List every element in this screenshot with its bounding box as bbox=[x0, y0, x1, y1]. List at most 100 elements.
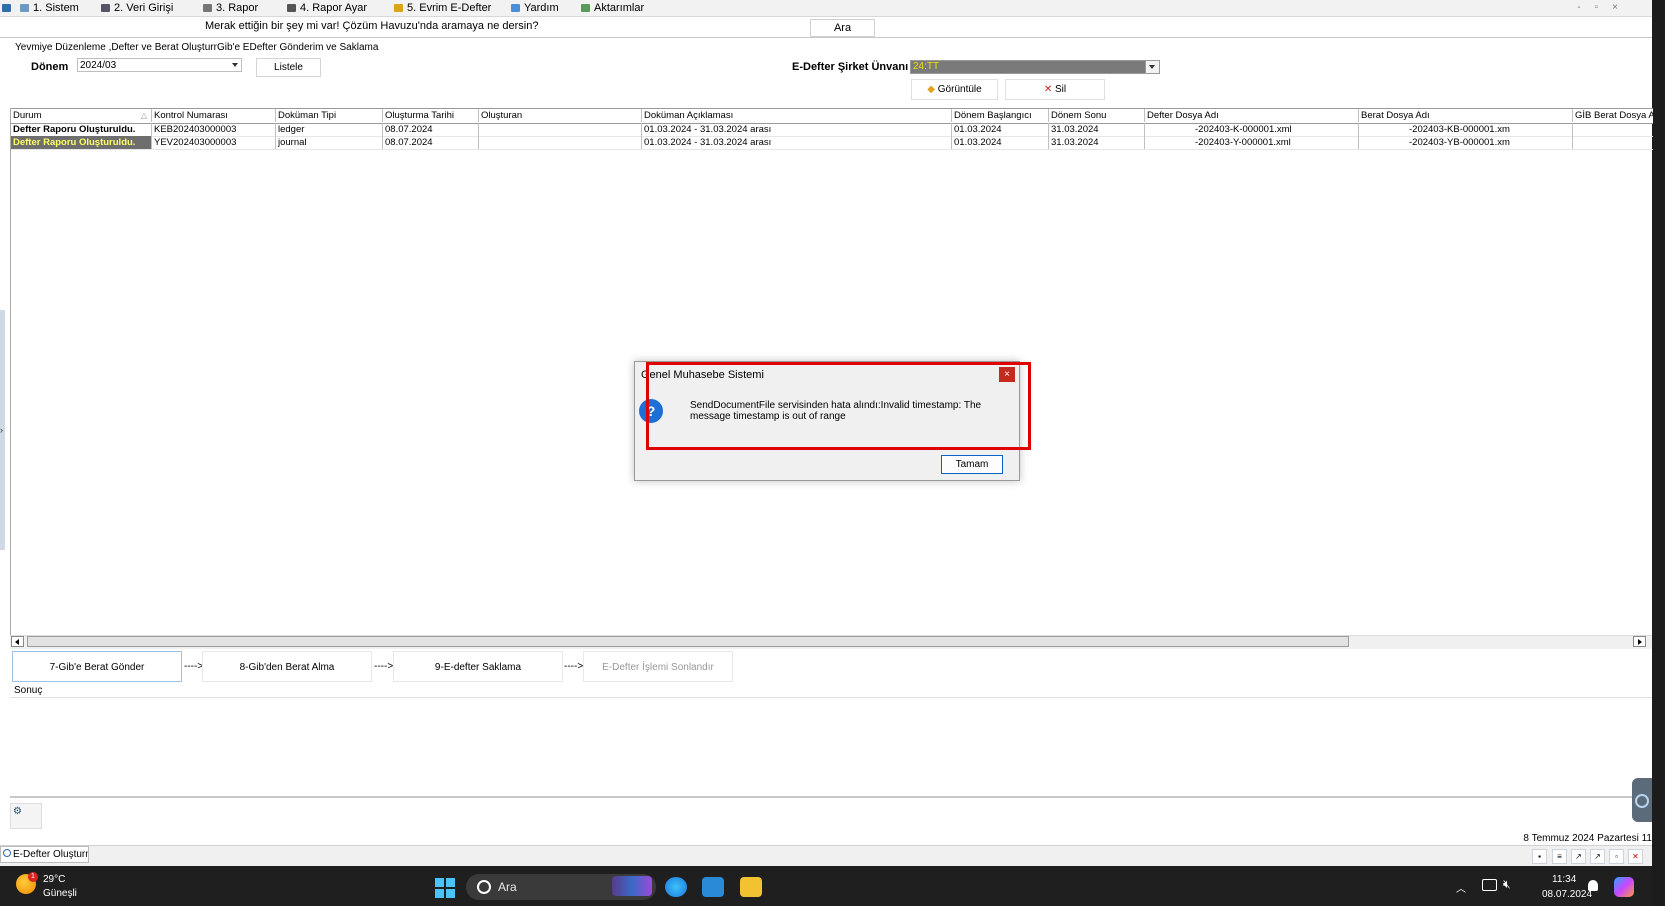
windows-start-icon[interactable] bbox=[435, 878, 455, 898]
clock-time[interactable]: 11:34 bbox=[1552, 874, 1576, 885]
document-icon bbox=[3, 849, 11, 857]
step-arrow: ----> bbox=[374, 661, 394, 672]
copilot-icon[interactable] bbox=[1614, 877, 1634, 897]
scroll-right-button[interactable] bbox=[1633, 636, 1646, 647]
cell-defter-dosya: -202403-Y-000001.xml bbox=[1145, 136, 1359, 149]
sistem-icon bbox=[20, 4, 29, 12]
cell-gib-berat bbox=[1573, 136, 1653, 149]
cell-berat-dosya: -202403-YB-000001.xm bbox=[1359, 136, 1573, 149]
file-explorer-icon[interactable] bbox=[740, 877, 762, 897]
donem-select[interactable]: 2024/03 bbox=[77, 58, 242, 72]
tab-yevmiye-duzenleme[interactable]: Yevmiye Düzenleme ,Defter ve Berat Oluşt… bbox=[15, 41, 228, 55]
cell-tarih: 08.07.2024 bbox=[383, 136, 479, 149]
cell-aciklama: 01.03.2024 - 31.03.2024 arası bbox=[642, 136, 952, 149]
right-edge-strip bbox=[1652, 0, 1665, 906]
status-close-icon[interactable]: ✕ bbox=[1628, 849, 1643, 864]
listele-button[interactable]: Listele bbox=[256, 58, 321, 77]
chevron-down-icon bbox=[232, 63, 238, 67]
chevron-down-icon bbox=[1149, 65, 1155, 69]
sirket-unvani-label: E-Defter Şirket Ünvanı bbox=[792, 61, 909, 73]
column-header-defter-dosya[interactable]: Defter Dosya Adı bbox=[1145, 109, 1359, 122]
window-controls[interactable]: -▫× bbox=[1577, 2, 1632, 13]
menu-aktarimlar[interactable]: Aktarımlar bbox=[581, 1, 644, 15]
scroll-left-button[interactable] bbox=[11, 636, 24, 647]
cell-aciklama: 01.03.2024 - 31.03.2024 arası bbox=[642, 123, 952, 136]
column-header-sonu[interactable]: Dönem Sonu bbox=[1049, 109, 1145, 122]
menu-veri-girisi[interactable]: 2. Veri Girişi bbox=[101, 1, 173, 15]
sil-button[interactable]: ✕ Sil bbox=[1005, 79, 1105, 100]
settings-icon[interactable]: ⚙ bbox=[13, 806, 22, 817]
app-icon[interactable] bbox=[2, 1, 15, 15]
assistant-icon bbox=[1635, 794, 1649, 808]
menu-rapor[interactable]: 3. Rapor bbox=[203, 1, 258, 15]
sonuc-area bbox=[10, 697, 1652, 798]
weather-temperature[interactable]: 29°C bbox=[43, 874, 65, 885]
column-header-aciklama[interactable]: Doküman Açıklaması bbox=[642, 109, 952, 122]
step-gibe-berat-gonder-button[interactable]: 7-Gib'e Berat Gönder bbox=[12, 651, 182, 682]
column-header-berat-dosya[interactable]: Berat Dosya Adı bbox=[1359, 109, 1573, 122]
status-list-icon[interactable]: ≡ bbox=[1552, 849, 1567, 864]
search-highlight-icon[interactable] bbox=[612, 876, 652, 896]
network-icon[interactable] bbox=[1482, 879, 1497, 891]
mail-icon[interactable] bbox=[702, 877, 724, 897]
taskbar-search-text[interactable]: Ara bbox=[498, 880, 517, 894]
cell-olusturan bbox=[479, 123, 642, 136]
sirket-unvani-select[interactable]: 24:TT bbox=[910, 60, 1160, 74]
tray-chevron-up-icon[interactable]: ︿ bbox=[1456, 880, 1466, 895]
side-widget-tab[interactable] bbox=[1632, 778, 1652, 822]
menu-evrim-edefter[interactable]: 5. Evrim E-Defter bbox=[394, 1, 491, 15]
status-save-icon[interactable]: ▫ bbox=[1609, 849, 1624, 864]
step-arrow: ----> bbox=[564, 661, 584, 672]
scrollbar-thumb[interactable] bbox=[27, 636, 1349, 647]
column-header-baslangic[interactable]: Dönem Başlangıcı bbox=[952, 109, 1049, 122]
status-pin-icon[interactable]: ↗ bbox=[1571, 849, 1586, 864]
cell-tip: journal bbox=[276, 136, 383, 149]
step-gibden-berat-alma-button[interactable]: 8-Gib'den Berat Alma bbox=[202, 651, 372, 682]
taskbar bbox=[0, 866, 1652, 906]
table-row[interactable]: Defter Raporu Oluşturuldu. KEB2024030000… bbox=[11, 123, 1653, 137]
evrim-icon bbox=[394, 4, 403, 12]
dropdown-button[interactable] bbox=[1145, 61, 1159, 73]
menu-sistem[interactable]: 1. Sistem bbox=[20, 1, 79, 15]
rapor-ayar-icon bbox=[287, 4, 296, 12]
step-sonlandir-button[interactable]: E-Defter İşlemi Sonlandır bbox=[583, 651, 733, 682]
cell-sonu: 31.03.2024 bbox=[1049, 123, 1145, 136]
view-icon: ◆ bbox=[927, 84, 935, 95]
tamam-button[interactable]: Tamam bbox=[941, 455, 1003, 474]
column-header-tip[interactable]: Doküman Tipi bbox=[276, 109, 383, 122]
weather-description[interactable]: Güneşli bbox=[43, 888, 77, 899]
cell-baslangic: 01.03.2024 bbox=[952, 136, 1049, 149]
search-button[interactable]: Ara bbox=[810, 19, 875, 37]
left-expand-icon[interactable]: › bbox=[0, 425, 3, 435]
column-header-gib-berat[interactable]: GİB Berat Dosya A bbox=[1573, 109, 1653, 122]
column-header-tarih[interactable]: Oluşturma Tarihi bbox=[383, 109, 479, 122]
sirket-unvani-value: 24:TT bbox=[913, 61, 940, 72]
column-header-olusturan[interactable]: Oluşturan bbox=[479, 109, 642, 122]
cell-durum: Defter Raporu Oluşturuldu. bbox=[11, 136, 152, 149]
search-icon bbox=[477, 880, 491, 894]
cell-kontrol: YEV202403000003 bbox=[152, 136, 276, 149]
column-header-kontrol[interactable]: Kontrol Numarası bbox=[152, 109, 276, 122]
notification-bell-icon[interactable] bbox=[1588, 880, 1598, 891]
sound-muted-icon[interactable]: 🔇︎ bbox=[1503, 877, 1511, 892]
status-users-icon[interactable]: ▪ bbox=[1532, 849, 1547, 864]
arrow-right-icon bbox=[1638, 639, 1642, 645]
table-row[interactable]: Defter Raporu Oluşturuldu. YEV2024030000… bbox=[11, 136, 1653, 150]
edge-browser-icon[interactable] bbox=[665, 877, 687, 897]
tab-gib-gonderim[interactable]: Gib'e EDefter Gönderim ve Saklama bbox=[217, 41, 379, 55]
menu-rapor-ayar[interactable]: 4. Rapor Ayar bbox=[287, 1, 367, 15]
cell-defter-dosya: -202403-K-000001.xml bbox=[1145, 123, 1359, 136]
cell-durum: Defter Raporu Oluşturuldu. bbox=[11, 123, 152, 136]
document-tab-edefter[interactable]: E-Defter Oluşturma bbox=[0, 846, 89, 863]
sort-asc-icon: △ bbox=[140, 111, 147, 120]
clock-date[interactable]: 08.07.2024 bbox=[1542, 889, 1592, 900]
status-pin2-icon[interactable]: ↗ bbox=[1590, 849, 1605, 864]
step-arrow: ----> bbox=[184, 661, 204, 672]
step-edefter-saklama-button[interactable]: 9-E-defter Saklama bbox=[393, 651, 563, 682]
menu-yardim[interactable]: Yardım bbox=[511, 1, 559, 15]
column-header-durum[interactable]: Durum △ bbox=[11, 109, 152, 122]
grid-header: Durum △ Kontrol Numarası Doküman Tipi Olu… bbox=[11, 108, 1653, 124]
cell-sonu: 31.03.2024 bbox=[1049, 136, 1145, 149]
goruntule-button[interactable]: ◆ Görüntüle bbox=[911, 79, 998, 100]
search-prompt[interactable]: Merak ettiğin bir şey mi var! Çözüm Havu… bbox=[205, 20, 538, 32]
